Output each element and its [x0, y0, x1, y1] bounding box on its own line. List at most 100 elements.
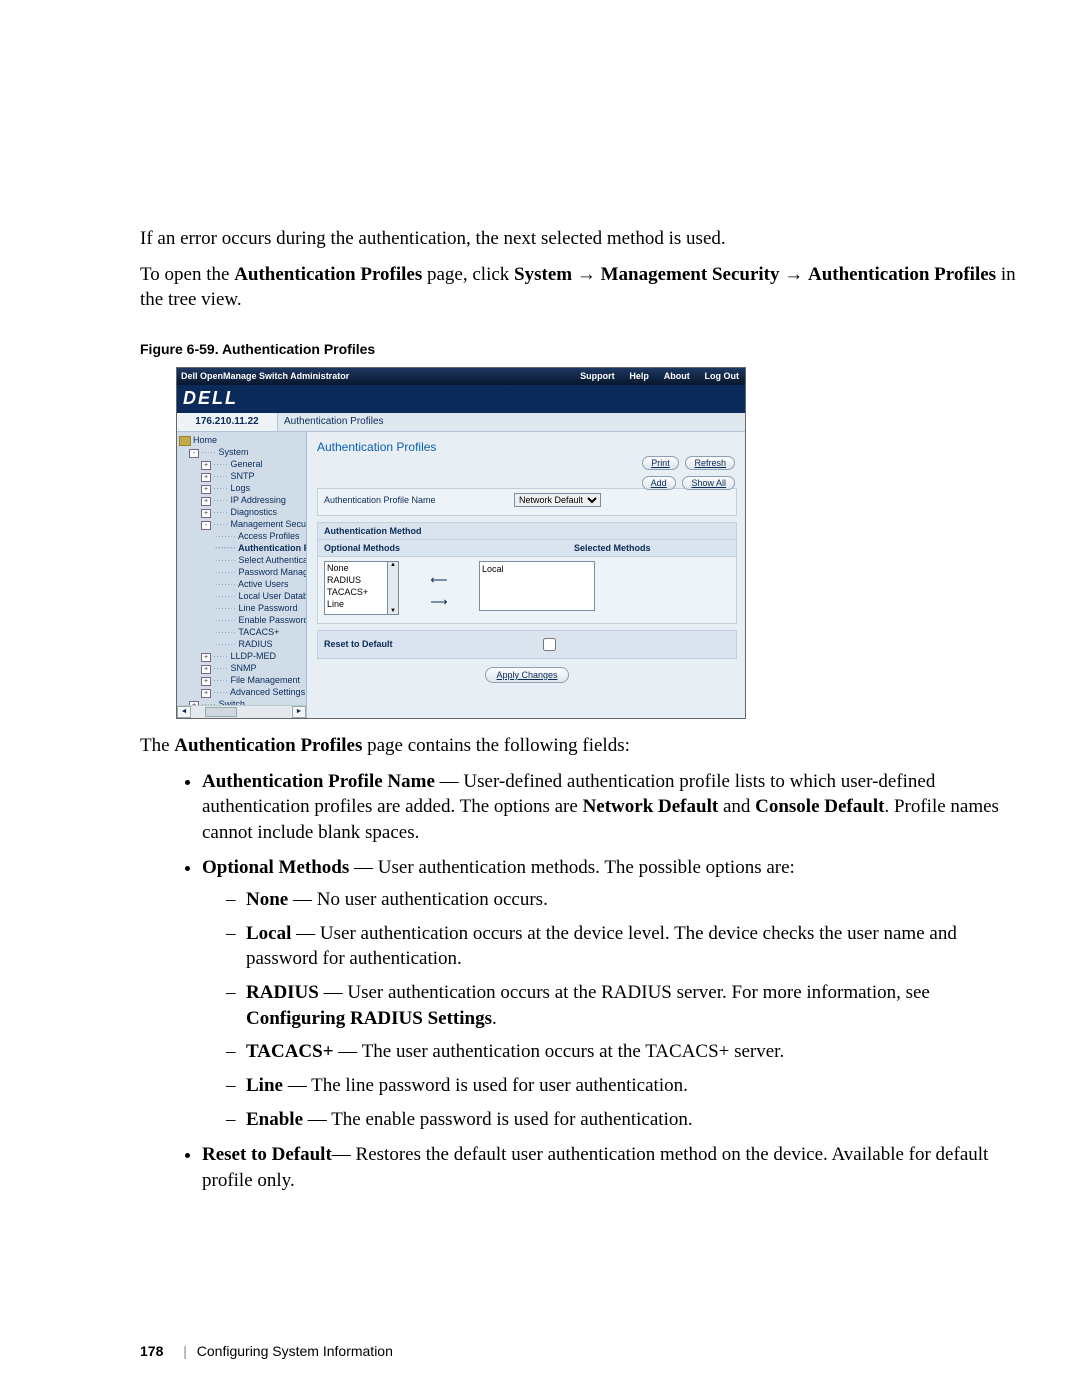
list-scroll-up-icon[interactable]: ▲: [388, 562, 398, 568]
page-title: Authentication Profiles: [317, 440, 737, 454]
page-footer: 178 | Configuring System Information: [140, 1343, 393, 1359]
opt-radius[interactable]: RADIUS: [325, 574, 387, 586]
refresh-button[interactable]: Refresh: [685, 456, 735, 470]
page-number: 178: [140, 1343, 163, 1359]
tree-scrollbar[interactable]: ◄ ►: [177, 705, 306, 718]
footer-section: Configuring System Information: [197, 1343, 393, 1359]
scroll-left-icon[interactable]: ◄: [177, 706, 191, 718]
logo-bar: DELL: [177, 385, 745, 413]
scroll-right-icon[interactable]: ►: [292, 706, 306, 718]
expand-icon[interactable]: +: [201, 665, 211, 674]
expand-icon[interactable]: +: [201, 689, 211, 698]
text-bold: Optional Methods: [202, 857, 349, 878]
collapse-icon[interactable]: -: [189, 449, 199, 458]
expand-icon[interactable]: +: [201, 485, 211, 494]
tree-localdb[interactable]: Local User Database: [239, 591, 308, 601]
nav-tree[interactable]: Home -····· System +····· General +·····…: [177, 432, 307, 718]
opt-line[interactable]: Line: [325, 598, 387, 610]
link-support[interactable]: Support: [574, 371, 621, 381]
text-bold: None: [246, 889, 288, 910]
tree-linepwd[interactable]: Line Password: [239, 603, 298, 613]
apply-changes-button[interactable]: Apply Changes: [485, 667, 568, 683]
list-item: TACACS+ — The user authentication occurs…: [246, 1039, 1020, 1065]
text: and: [718, 796, 755, 817]
text: — User authentication occurs at the devi…: [246, 923, 957, 970]
tree-filemgm[interactable]: File Management: [231, 675, 301, 685]
sel-local[interactable]: Local: [482, 564, 592, 574]
text-bold: Authentication Profiles: [808, 264, 996, 285]
tree-radius[interactable]: RADIUS: [239, 639, 273, 649]
collapse-icon[interactable]: -: [201, 521, 211, 530]
tree-sntp[interactable]: SNTP: [231, 471, 255, 481]
link-help[interactable]: Help: [623, 371, 655, 381]
optional-methods-label: Optional Methods: [324, 543, 514, 553]
link-about[interactable]: About: [658, 371, 696, 381]
scroll-thumb[interactable]: [205, 707, 237, 717]
tree-home[interactable]: Home: [193, 435, 217, 445]
tree-snmp[interactable]: SNMP: [231, 663, 257, 673]
list-item: Local — User authentication occurs at th…: [246, 921, 1020, 972]
tree-diag[interactable]: Diagnostics: [231, 507, 278, 517]
tree-system[interactable]: System: [219, 447, 249, 457]
showall-button[interactable]: Show All: [682, 476, 735, 490]
list-item: Enable — The enable password is used for…: [246, 1107, 1020, 1133]
tree-enablepwd[interactable]: Enable Password: [239, 615, 308, 625]
text: — The line password is used for user aut…: [283, 1075, 688, 1096]
text-bold: Line: [246, 1075, 283, 1096]
opt-tacacs[interactable]: TACACS+: [325, 586, 387, 598]
text: — User authentication occurs at the RADI…: [319, 982, 930, 1003]
text: .: [492, 1008, 497, 1029]
tree-activeusers[interactable]: Active Users: [238, 579, 289, 589]
reset-checkbox[interactable]: [543, 638, 556, 651]
dell-logo: DELL: [183, 388, 238, 409]
app-title: Dell OpenManage Switch Administrator: [177, 371, 574, 381]
crumb-row: 176.210.11.22 Authentication Profiles: [177, 413, 745, 432]
tree-access[interactable]: Access Profiles: [238, 531, 300, 541]
move-right-icon[interactable]: ⟶: [430, 595, 447, 609]
selected-methods-label: Selected Methods: [574, 543, 651, 553]
text: page contains the following fields:: [362, 735, 630, 756]
sub-list: None — No user authentication occurs. Lo…: [202, 887, 1020, 1132]
text-bold: Console Default: [755, 796, 884, 817]
tree-adv[interactable]: Advanced Settings: [230, 687, 305, 697]
profile-name-panel: Authentication Profile Name Network Defa…: [317, 488, 737, 516]
expand-icon[interactable]: +: [201, 461, 211, 470]
text: — The user authentication occurs at the …: [334, 1041, 785, 1062]
link-logout[interactable]: Log Out: [699, 371, 746, 381]
expand-icon[interactable]: +: [201, 677, 211, 686]
list-item: Optional Methods — User authentication m…: [202, 855, 1020, 1132]
text-bold: Local: [246, 923, 291, 944]
expand-icon[interactable]: +: [201, 473, 211, 482]
tree-logs[interactable]: Logs: [231, 483, 251, 493]
expand-icon[interactable]: +: [201, 653, 211, 662]
expand-icon[interactable]: +: [201, 497, 211, 506]
tree-ipaddr[interactable]: IP Addressing: [231, 495, 286, 505]
tree-lldp[interactable]: LLDP-MED: [231, 651, 277, 661]
add-button[interactable]: Add: [642, 476, 676, 490]
print-button[interactable]: Print: [642, 456, 679, 470]
tree-pwdmgm[interactable]: Password Managem: [239, 567, 308, 577]
profile-name-label: Authentication Profile Name: [324, 495, 514, 505]
tree-tacacs[interactable]: TACACS+: [238, 627, 279, 637]
expand-icon[interactable]: +: [201, 509, 211, 518]
tree-general[interactable]: General: [231, 459, 263, 469]
selected-methods-list[interactable]: Local: [479, 561, 595, 611]
reset-row: Reset to Default: [317, 630, 737, 659]
list-item: Line — The line password is used for use…: [246, 1073, 1020, 1099]
list-scroll-down-icon[interactable]: ▼: [388, 608, 398, 614]
text-bold: Authentication Profiles: [234, 264, 422, 285]
profile-name-select[interactable]: Network Default: [514, 493, 601, 507]
move-left-icon[interactable]: ⟵: [430, 573, 447, 587]
list-item: Authentication Profile Name — User-defin…: [202, 769, 1020, 846]
arrow: →: [780, 264, 809, 285]
text-bold: TACACS+: [246, 1041, 334, 1062]
tree-selauth[interactable]: Select Authenticatio: [239, 555, 308, 565]
home-icon: [179, 436, 191, 446]
app-window: Dell OpenManage Switch Administrator Sup…: [176, 367, 746, 719]
text: page, click: [422, 264, 514, 285]
tree-msec[interactable]: Management Security: [231, 519, 307, 529]
optional-methods-list[interactable]: None RADIUS TACACS+ Line: [324, 561, 388, 615]
tree-authpro-selected[interactable]: Authentication Pro: [238, 543, 307, 553]
breadcrumb: Authentication Profiles: [278, 413, 745, 431]
opt-none[interactable]: None: [325, 562, 387, 574]
